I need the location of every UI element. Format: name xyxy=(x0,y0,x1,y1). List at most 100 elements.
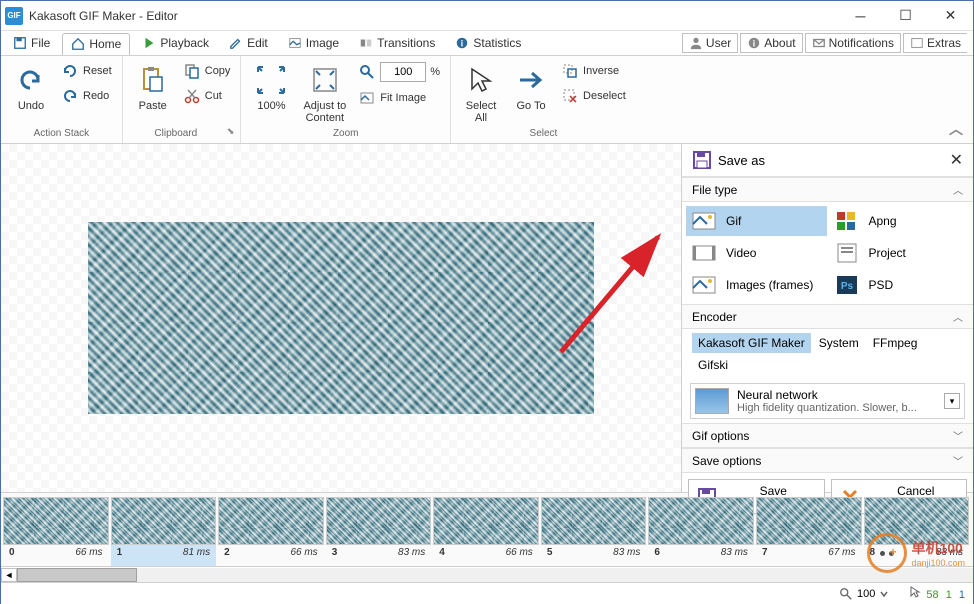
timeline[interactable]: 066 ms181 ms266 ms383 ms466 ms583 ms683 … xyxy=(1,492,973,566)
copy-button[interactable]: Copy xyxy=(179,60,235,82)
zoom-input-row: % xyxy=(354,60,444,84)
deselect-button[interactable]: Deselect xyxy=(557,85,630,107)
zoom-input[interactable] xyxy=(380,62,426,82)
tab-file[interactable]: File xyxy=(5,33,58,53)
chevron-up-icon: ︿ xyxy=(953,309,963,324)
panel-header: Save as ✕ xyxy=(682,144,973,177)
filetype-gif[interactable]: Gif xyxy=(686,206,827,236)
paste-button[interactable]: Paste xyxy=(129,60,177,114)
zoom-100-button[interactable]: 100% xyxy=(247,60,295,114)
scroll-thumb[interactable] xyxy=(17,568,137,582)
title-bar: GIF Kakasoft GIF Maker - Editor ─ ☐ ✕ xyxy=(1,1,973,31)
tab-playback[interactable]: Playback xyxy=(134,33,217,53)
magnifier-icon xyxy=(839,587,853,601)
frame-label: 266 ms xyxy=(218,545,324,560)
frame-thumb xyxy=(433,497,539,545)
clipboard-launcher[interactable]: ⬊ xyxy=(227,126,235,141)
encoder-gifski[interactable]: Gifski xyxy=(692,355,734,375)
filetype-apng[interactable]: Apng xyxy=(829,206,970,236)
tab-about[interactable]: iAbout xyxy=(740,33,802,53)
section-save-options[interactable]: Save options﹀ xyxy=(682,448,973,473)
user-icon xyxy=(689,36,703,50)
reset-button[interactable]: Reset xyxy=(57,60,116,82)
tab-statistics[interactable]: iStatistics xyxy=(447,33,529,53)
tab-transitions[interactable]: Transitions xyxy=(351,33,443,53)
zoom-pct-label: % xyxy=(430,66,440,78)
section-gif-options[interactable]: Gif options﹀ xyxy=(682,423,973,448)
encoder-kakasoft[interactable]: Kakasoft GIF Maker xyxy=(692,333,811,353)
encoder-ffmpeg[interactable]: FFmpeg xyxy=(867,333,924,353)
deselect-icon xyxy=(562,88,578,104)
filetype-psd[interactable]: PsPSD xyxy=(829,270,970,300)
encoder-thumb-icon xyxy=(695,388,729,414)
scroll-left-button[interactable]: ◄ xyxy=(1,568,17,582)
encoder-description[interactable]: Neural network High fidelity quantizatio… xyxy=(690,383,965,419)
apng-icon xyxy=(835,210,859,232)
project-icon xyxy=(835,242,859,264)
adjust-content-button[interactable]: Adjust to Content xyxy=(297,60,352,126)
status-zoom[interactable]: 100 xyxy=(839,587,889,601)
redo-button[interactable]: Redo xyxy=(57,85,116,107)
adjust-icon xyxy=(310,65,340,95)
play-icon xyxy=(142,36,156,50)
panel-title: Save as xyxy=(718,153,950,168)
frame-3[interactable]: 383 ms xyxy=(326,497,432,566)
close-button[interactable]: ✕ xyxy=(928,1,973,31)
tab-edit[interactable]: Edit xyxy=(221,33,276,53)
filetype-project[interactable]: Project xyxy=(829,238,970,268)
frame-2[interactable]: 266 ms xyxy=(218,497,324,566)
psd-icon: Ps xyxy=(835,274,859,296)
home-icon xyxy=(71,37,85,51)
frame-4[interactable]: 466 ms xyxy=(433,497,539,566)
tab-image[interactable]: Image xyxy=(280,33,347,53)
frame-5[interactable]: 583 ms xyxy=(541,497,647,566)
group-label: Zoom xyxy=(333,126,359,141)
select-all-button[interactable]: Select All xyxy=(457,60,505,126)
panel-close-button[interactable]: ✕ xyxy=(950,150,963,170)
frame-label: 383 ms xyxy=(326,545,432,560)
undo-button[interactable]: Undo xyxy=(7,60,55,114)
save-panel: Save as ✕ File type︿ Gif Apng Video Proj… xyxy=(681,144,973,492)
frame-thumb xyxy=(326,497,432,545)
filetype-video[interactable]: Video xyxy=(686,238,827,268)
picture-icon xyxy=(288,36,302,50)
cut-button[interactable]: Cut xyxy=(179,85,235,107)
scroll-track[interactable] xyxy=(17,568,973,582)
group-label: Select xyxy=(530,126,558,141)
tab-notifications[interactable]: Notifications xyxy=(805,33,901,53)
frame-thumb xyxy=(111,497,217,545)
video-icon xyxy=(692,242,716,264)
filetype-images[interactable]: Images (frames) xyxy=(686,270,827,300)
tab-home[interactable]: Home xyxy=(62,33,130,55)
fit-image-button[interactable]: Fit Image xyxy=(354,87,444,109)
frame-thumb xyxy=(3,497,109,545)
tab-row: File Home Playback Edit Image Transition… xyxy=(1,31,973,56)
encoder-system[interactable]: System xyxy=(813,333,865,353)
frame-thumb xyxy=(218,497,324,545)
frame-label: 181 ms xyxy=(111,545,217,560)
tab-extras[interactable]: Extras xyxy=(903,33,967,53)
frame-1[interactable]: 181 ms xyxy=(111,497,217,566)
chevron-up-icon: ︿ xyxy=(953,182,963,197)
frame-0[interactable]: 066 ms xyxy=(3,497,109,566)
frame-thumb xyxy=(541,497,647,545)
watermark-logo: + xyxy=(867,533,907,573)
section-encoder[interactable]: Encoder︿ xyxy=(682,304,973,329)
inverse-button[interactable]: Inverse xyxy=(557,60,630,82)
encoder-dropdown-button[interactable]: ▾ xyxy=(944,393,960,409)
maximize-button[interactable]: ☐ xyxy=(883,1,928,31)
frame-thumb xyxy=(756,497,862,545)
chevron-down-icon: ﹀ xyxy=(953,453,963,468)
section-filetype[interactable]: File type︿ xyxy=(682,177,973,202)
ribbon-collapse-button[interactable]: ︿ xyxy=(949,119,963,139)
frame-7[interactable]: 767 ms xyxy=(756,497,862,566)
paste-icon xyxy=(138,65,168,95)
frame-6[interactable]: 683 ms xyxy=(648,497,754,566)
tab-user[interactable]: User xyxy=(682,33,738,53)
gif-icon xyxy=(692,210,716,232)
images-icon xyxy=(692,274,716,296)
save-icon xyxy=(13,36,27,50)
goto-button[interactable]: Go To xyxy=(507,60,555,114)
canvas-area[interactable] xyxy=(1,144,681,492)
minimize-button[interactable]: ─ xyxy=(838,1,883,31)
